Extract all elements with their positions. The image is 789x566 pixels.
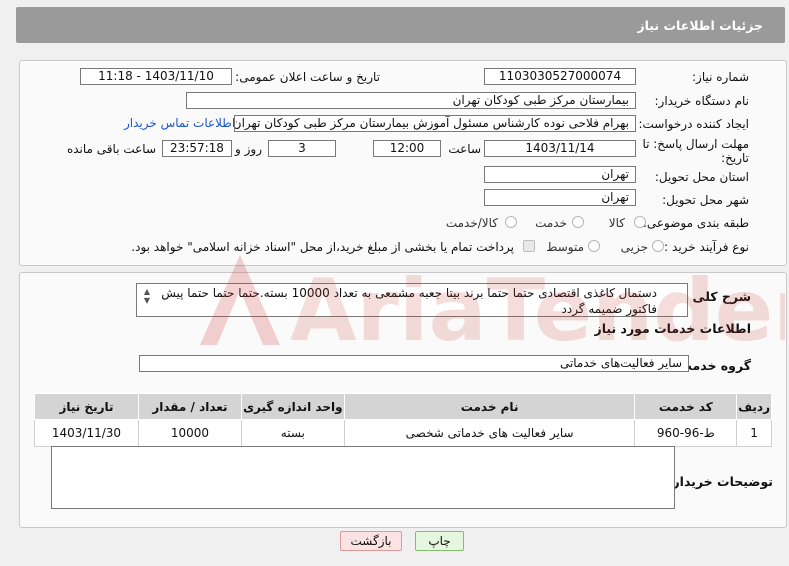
- category-label: طبقه بندی موضوعی:: [642, 216, 749, 230]
- announce-datetime-label: تاریخ و ساعت اعلان عمومی:: [235, 70, 380, 84]
- deadline-label: مهلت ارسال پاسخ: تا تاریخ:: [642, 137, 749, 165]
- deadline-date-field[interactable]: 1403/11/14: [484, 140, 636, 157]
- buyer-notes-textarea[interactable]: [51, 446, 675, 509]
- days-field[interactable]: 3: [268, 140, 336, 157]
- cell-need-date: 1403/11/30: [34, 419, 139, 447]
- process-radio-minor[interactable]: [652, 240, 664, 252]
- buyer-org-label: نام دستگاه خریدار:: [654, 94, 750, 108]
- cell-row: 1: [736, 419, 772, 447]
- remaining-time-field[interactable]: 23:57:18: [162, 140, 232, 157]
- requester-label: ایجاد کننده درخواست:: [638, 117, 749, 131]
- services-section-title: اطلاعات خدمات مورد نیاز: [594, 321, 752, 336]
- col-service-code: کد خدمت: [634, 393, 738, 420]
- service-group-field[interactable]: سایر فعالیت‌های خدماتی: [139, 355, 689, 372]
- city-label: شهر محل تحویل:: [662, 193, 749, 207]
- category-radio-service[interactable]: [572, 216, 584, 228]
- province-field[interactable]: تهران: [484, 166, 636, 183]
- announce-datetime-field[interactable]: 1403/11/10 - 11:18: [80, 68, 232, 85]
- process-option-minor: جزیی: [620, 240, 648, 254]
- category-option-goods: کالا: [608, 216, 625, 230]
- table-row[interactable]: 1 ط-96-960 سایر فعالیت های خدماتی شخصی ب…: [34, 419, 772, 447]
- category-radio-goods[interactable]: [634, 216, 646, 228]
- cell-service-name: سایر فعالیت های خدماتی شخصی: [343, 419, 636, 447]
- remaining-label: ساعت باقی مانده: [66, 142, 156, 156]
- days-label: روز و: [235, 142, 262, 156]
- col-quantity: تعداد / مقدار: [137, 393, 242, 420]
- col-service-name: نام خدمت: [343, 393, 636, 420]
- requester-field[interactable]: بهرام فلاحی نوده کارشناس مسئول آموزش بیم…: [234, 115, 636, 132]
- page-title: جزئیات اطلاعات نیاز: [637, 18, 763, 33]
- page-header: جزئیات اطلاعات نیاز: [16, 7, 785, 43]
- category-option-goods-service: کالا/خدمت: [445, 216, 498, 230]
- category-option-service: خدمت: [535, 216, 567, 230]
- deadline-time-label: ساعت: [448, 142, 481, 156]
- process-option-medium: متوسط: [546, 240, 584, 254]
- print-button[interactable]: چاپ: [415, 531, 464, 551]
- province-label: استان محل تحویل:: [654, 170, 749, 184]
- summary-scroll-arrows[interactable]: ▲ ▼: [140, 287, 154, 315]
- treasury-payment-checkbox[interactable]: [523, 240, 535, 252]
- category-radio-goods-service[interactable]: [505, 216, 517, 228]
- process-radio-medium[interactable]: [588, 240, 600, 252]
- col-row: ردیف: [736, 393, 772, 420]
- cell-unit: بسته: [240, 419, 345, 447]
- process-label: نوع فرآیند خرید :: [664, 240, 749, 254]
- buyer-notes-label: توضیحات خریدار:: [667, 474, 773, 489]
- need-number-field[interactable]: 1103030527000074: [484, 68, 636, 85]
- col-need-date: تاریخ نیاز: [34, 393, 139, 420]
- treasury-payment-text: پرداخت تمام یا بخشی از مبلغ خرید،از محل …: [131, 240, 514, 254]
- back-button[interactable]: بازگشت: [340, 531, 402, 551]
- col-unit: واحد اندازه گیری: [240, 393, 345, 420]
- city-field[interactable]: تهران: [484, 189, 636, 206]
- services-table: ردیف کد خدمت نام خدمت واحد اندازه گیری ت…: [34, 393, 772, 447]
- need-number-label: شماره نیاز:: [692, 70, 749, 84]
- deadline-time-field[interactable]: 12:00: [373, 140, 441, 157]
- buyer-org-field[interactable]: بیمارستان مرکز طبی کودکان تهران: [186, 92, 636, 109]
- services-table-header: ردیف کد خدمت نام خدمت واحد اندازه گیری ت…: [34, 393, 772, 420]
- summary-textarea[interactable]: دستمال کاغذی اقتصادی حتما حتما برند بیتا…: [136, 283, 688, 317]
- cell-service-code: ط-96-960: [634, 419, 738, 447]
- cell-quantity: 10000: [137, 419, 242, 447]
- buyer-contact-link[interactable]: اطلاعات تماس خریدار: [124, 116, 235, 130]
